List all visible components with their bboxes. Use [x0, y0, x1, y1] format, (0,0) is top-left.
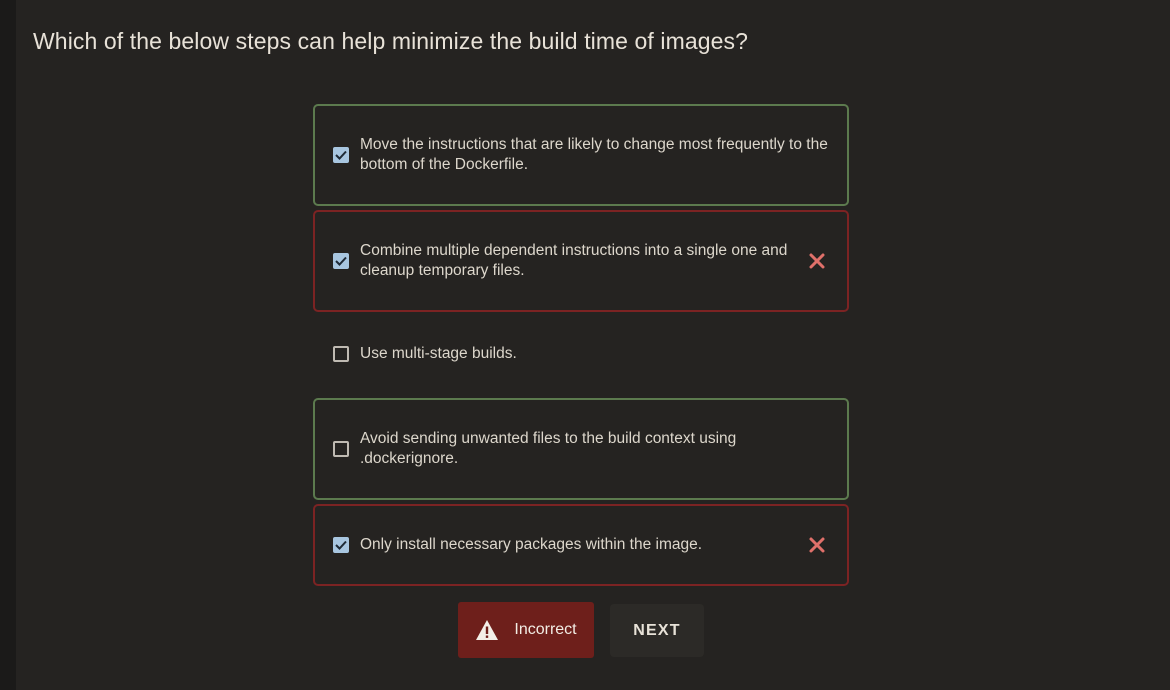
close-x-icon — [809, 537, 825, 553]
warning-triangle-icon — [476, 620, 499, 640]
checkbox-unchecked-icon[interactable] — [333, 441, 349, 457]
checkbox-checked-icon[interactable] — [333, 537, 349, 553]
checkbox-checked-icon[interactable] — [333, 147, 349, 163]
option-5[interactable]: Only install necessary packages within t… — [313, 504, 849, 586]
option-label: Use multi-stage builds. — [360, 345, 517, 362]
option-label: Combine multiple dependent instructions … — [360, 242, 788, 279]
option-label: Only install necessary packages within t… — [360, 536, 703, 553]
close-x-icon — [809, 253, 825, 269]
next-button[interactable]: NEXT — [610, 604, 704, 657]
option-1[interactable]: Move the instructions that are likely to… — [313, 104, 849, 206]
incorrect-label: Incorrect — [514, 621, 577, 638]
option-3[interactable]: Use multi-stage builds. — [313, 332, 849, 376]
option-label: Move the instructions that are likely to… — [360, 136, 828, 173]
incorrect-feedback-badge: Incorrect — [458, 602, 594, 658]
checkbox-unchecked-icon[interactable] — [333, 346, 349, 362]
option-2[interactable]: Combine multiple dependent instructions … — [313, 210, 849, 312]
checkbox-checked-icon[interactable] — [333, 253, 349, 269]
option-label: Avoid sending unwanted files to the buil… — [360, 430, 737, 467]
option-4[interactable]: Avoid sending unwanted files to the buil… — [313, 398, 849, 500]
question-text: Which of the below steps can help minimi… — [33, 28, 749, 54]
